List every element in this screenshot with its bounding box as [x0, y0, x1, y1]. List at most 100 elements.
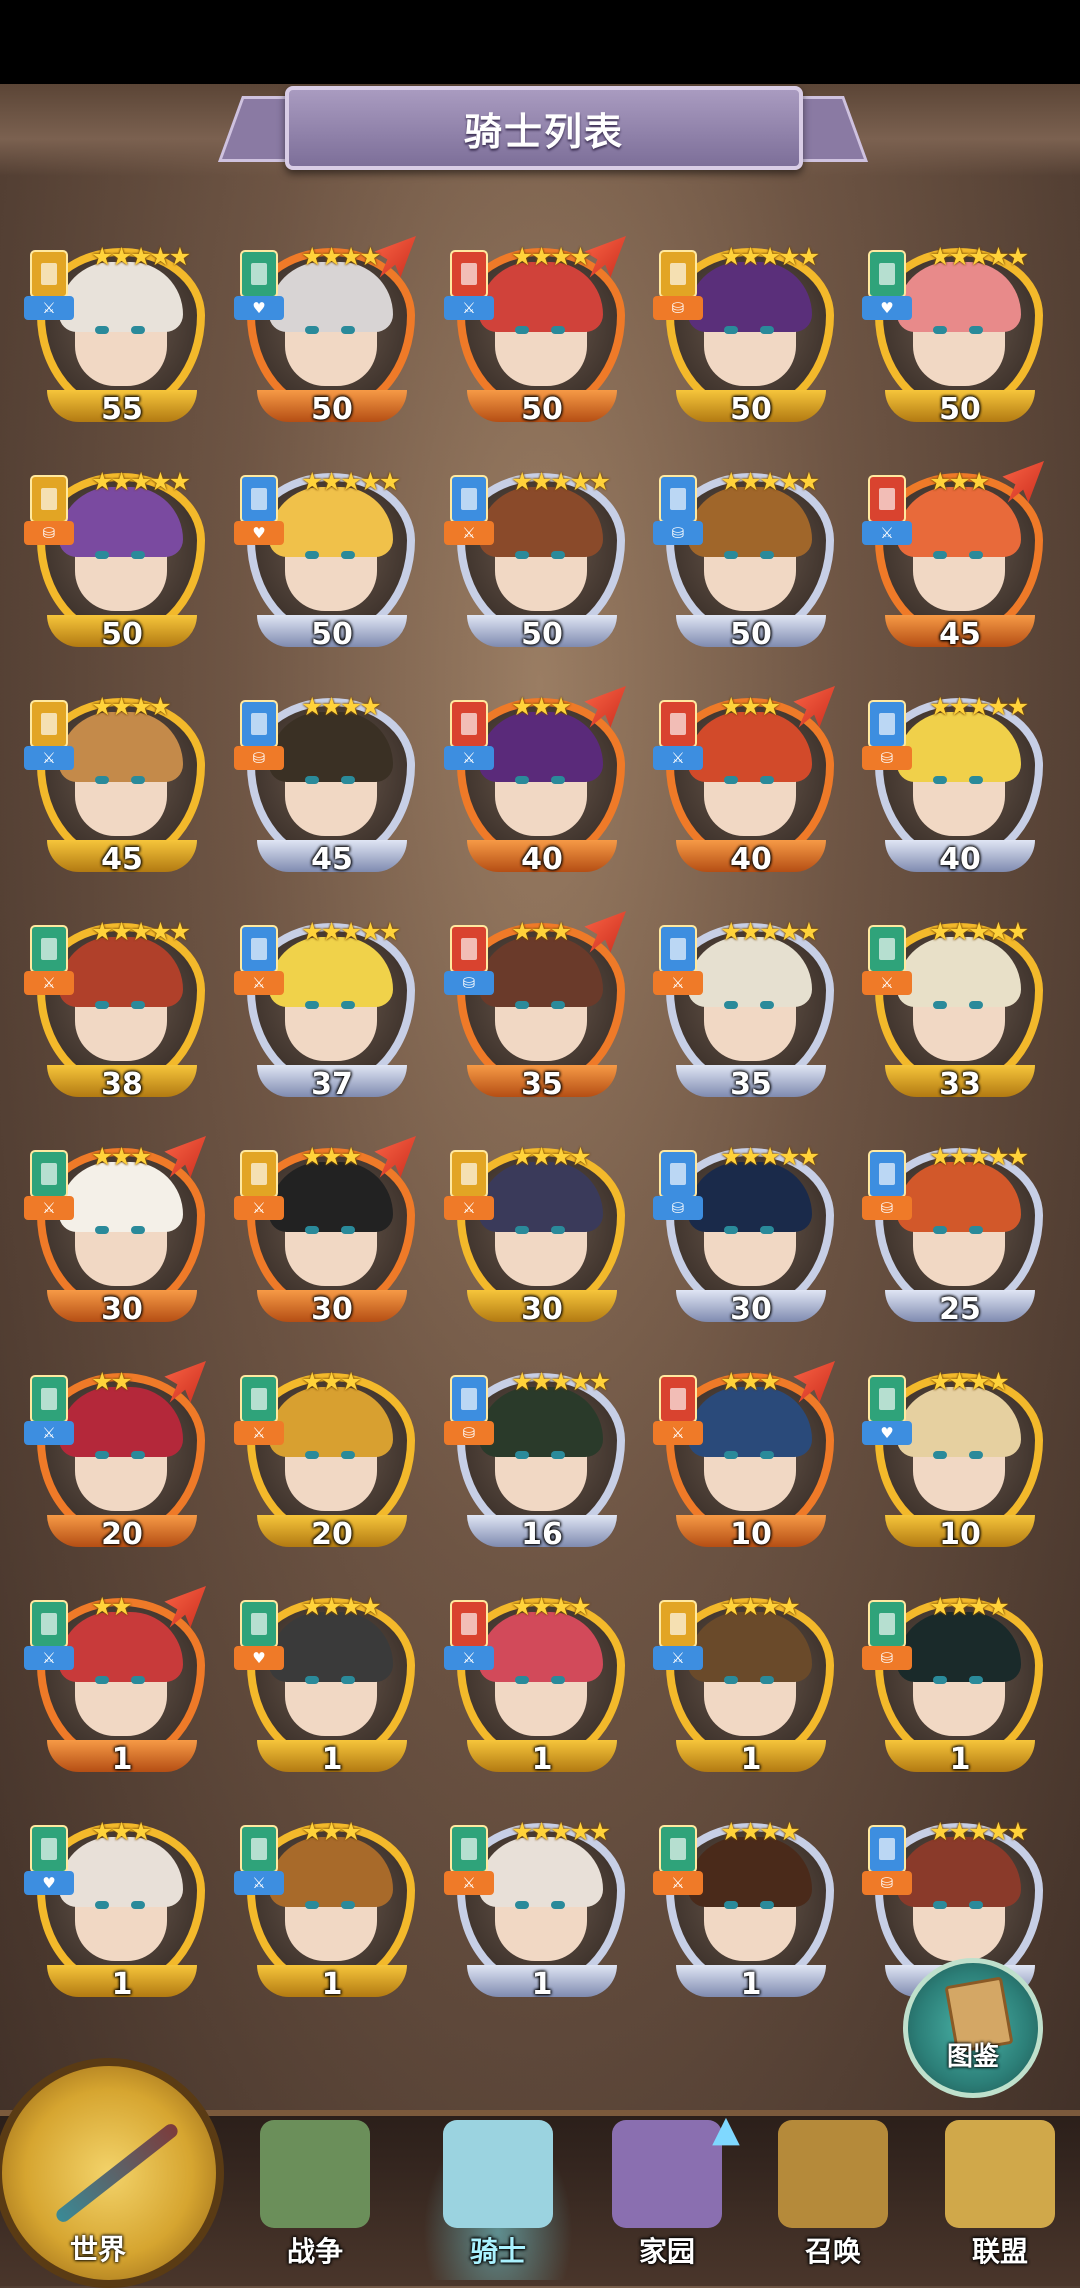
- knight-card[interactable]: ★ ★ ★ ★ ★ ⚔ 38: [22, 915, 205, 1105]
- class-symbol: [41, 713, 57, 735]
- knight-card[interactable]: ★ ★ ★ ★ ⚔ 1: [651, 1815, 834, 2005]
- star-icon: ★: [1006, 1817, 1030, 1846]
- knight-card[interactable]: ★ ★ ★ ★ ★ ♥ 50: [860, 240, 1043, 430]
- knight-card[interactable]: ★ ★ ★ ★ ★ ⚔ 37: [232, 915, 415, 1105]
- knight-card[interactable]: ★ ★ ★ ★ ★ ⛁ 50: [22, 465, 205, 655]
- portrait-hair: [688, 712, 812, 782]
- portrait-eye: [760, 1676, 774, 1684]
- knight-card[interactable]: ★ ★ ★ ★ ★ ⛁ 50: [651, 465, 834, 655]
- knight-level: 1: [740, 1742, 762, 1777]
- knight-card[interactable]: ★ ★ ★ ★ ★ ⛁ 16: [442, 1365, 625, 1555]
- knight-card[interactable]: ★ ★ ★ ⚔ 40: [651, 686, 835, 880]
- knight-level: 30: [521, 1292, 563, 1327]
- class-badge-icon: [659, 925, 697, 973]
- portrait-hair: [897, 1612, 1021, 1682]
- knight-card[interactable]: ★ ★ ⚔ 20: [22, 1361, 206, 1555]
- knight-card[interactable]: ★ ★ ★ ★ ♥ 1: [232, 1590, 415, 1780]
- class-badge-icon: [659, 1375, 697, 1423]
- portrait-hair: [688, 1162, 812, 1232]
- star-icon: ★: [149, 692, 172, 721]
- knight-card[interactable]: ★ ★ ★ ★ ★ ⚔ 35: [651, 915, 834, 1105]
- portrait-hair: [269, 1162, 393, 1232]
- role-badge-icon: ⚔: [653, 1871, 703, 1895]
- knight-card[interactable]: ★ ★ ★ ★ ⛁ 1: [860, 1590, 1043, 1780]
- portrait-hair: [59, 1162, 183, 1232]
- star-icon: ★: [758, 1367, 782, 1396]
- star-rating: ★ ★ ★ ★: [511, 1144, 592, 1169]
- compass-icon: [53, 2121, 181, 2225]
- knight-card[interactable]: ★ ★ ★ ⚔ 40: [442, 686, 626, 880]
- class-symbol: [251, 1613, 267, 1635]
- portrait-eye: [515, 551, 529, 559]
- knight-card[interactable]: ★ ★ ★ ★ ⚔ 45: [22, 690, 205, 880]
- portrait-eye: [131, 776, 145, 784]
- knight-card[interactable]: ★ ★ ⚔ 1: [22, 1586, 206, 1780]
- role-badge-icon: ⚔: [444, 1196, 494, 1220]
- knight-card[interactable]: ★ ★ ★ ⚔ 45: [860, 461, 1044, 655]
- knight-card[interactable]: ★ ★ ★ ⚔ 30: [232, 1136, 416, 1330]
- knight-card[interactable]: ★ ★ ★ ★ ★ ♥ 50: [232, 465, 415, 655]
- portrait-hair: [269, 262, 393, 332]
- star-rating: ★ ★ ★ ★: [511, 1594, 592, 1619]
- portrait-eye: [551, 1676, 565, 1684]
- knight-card[interactable]: ★ ★ ★ ★ ♥ 50: [232, 236, 416, 430]
- knight-card[interactable]: ★ ★ ★ ⛁ 35: [442, 911, 626, 1105]
- knight-card[interactable]: ★ ★ ★ ⚔ 30: [22, 1136, 206, 1330]
- knight-card[interactable]: ★ ★ ★ ★ ★ ⛁ 40: [860, 690, 1043, 880]
- knight-card[interactable]: ★ ★ ★ ⚔ 1: [232, 1815, 415, 2005]
- knight-card[interactable]: ★ ★ ★ ★ ★ ⚔ 33: [860, 915, 1043, 1105]
- portrait-hair: [269, 937, 393, 1007]
- knight-card[interactable]: ★ ★ ★ ★ ⚔ 50: [442, 236, 626, 430]
- star-icon: ★: [778, 1817, 801, 1846]
- nav-knight[interactable]: 骑士: [423, 2120, 573, 2280]
- role-badge-icon: ♥: [234, 521, 284, 545]
- knight-card[interactable]: ★ ★ ★ ★ ★ ⛁ 25: [860, 1140, 1043, 1330]
- nav-alliance[interactable]: 联盟: [925, 2120, 1075, 2280]
- knight-card[interactable]: ★ ★ ★ ⚔ 20: [232, 1365, 415, 1555]
- portrait-hair: [59, 1387, 183, 1457]
- knight-level: 20: [101, 1517, 143, 1552]
- nav-war[interactable]: 战争: [240, 2120, 390, 2280]
- star-rating: ★ ★ ★ ★ ★: [720, 244, 820, 269]
- role-badge-icon: ⚔: [24, 1421, 74, 1445]
- knight-card[interactable]: ★ ★ ★ ♥ 1: [22, 1815, 205, 2005]
- knight-card[interactable]: ★ ★ ★ ★ ★ ⚔ 55: [22, 240, 205, 430]
- knight-card[interactable]: ★ ★ ★ ★ ★ ⚔ 1: [442, 1815, 625, 2005]
- portrait-eye: [551, 1901, 565, 1909]
- role-badge-icon: ⚔: [444, 521, 494, 545]
- role-badge-icon: ♥: [24, 1871, 74, 1895]
- portrait-hair: [479, 262, 603, 332]
- star-icon: ★: [987, 1367, 1010, 1396]
- portrait-hair: [897, 1837, 1021, 1907]
- codex-button[interactable]: 图鉴: [903, 1958, 1043, 2098]
- portrait-eye: [724, 1901, 738, 1909]
- portrait-eye: [760, 1901, 774, 1909]
- nav-summon[interactable]: 召唤: [758, 2120, 908, 2280]
- portrait-eye: [933, 1451, 947, 1459]
- knight-card[interactable]: ★ ★ ★ ★ ★ ⛁ 30: [651, 1140, 834, 1330]
- class-badge-icon: [659, 1150, 697, 1198]
- class-badge-icon: [659, 250, 697, 298]
- knight-card[interactable]: ★ ★ ★ ★ ★ ⛁ 50: [651, 240, 834, 430]
- star-icon: ★: [339, 1142, 363, 1171]
- knight-card[interactable]: ★ ★ ★ ★ ★ ⚔ 50: [442, 465, 625, 655]
- nav-knight-label: 骑士: [469, 2235, 526, 2268]
- knight-card[interactable]: ★ ★ ★ ⚔ 10: [651, 1361, 835, 1555]
- knight-card[interactable]: ★ ★ ★ ★ ⚔ 30: [442, 1140, 625, 1330]
- portrait-eye: [131, 1901, 145, 1909]
- star-rating: ★ ★ ★ ★ ★: [929, 244, 1029, 269]
- portrait-eye: [969, 776, 983, 784]
- knight-card[interactable]: ★ ★ ★ ★ ⚔ 1: [442, 1590, 625, 1780]
- class-symbol: [879, 1613, 895, 1635]
- knight-level: 1: [740, 1967, 762, 2002]
- class-symbol: [461, 263, 477, 285]
- portrait-eye: [969, 1901, 983, 1909]
- star-rating: ★ ★: [91, 1369, 133, 1394]
- portrait-hair: [897, 1387, 1021, 1457]
- star-rating: ★ ★ ★: [91, 1144, 152, 1169]
- role-badge-icon: ⚔: [24, 296, 74, 320]
- knight-card[interactable]: ★ ★ ★ ★ ⛁ 45: [232, 690, 415, 880]
- knight-card[interactable]: ★ ★ ★ ★ ♥ 10: [860, 1365, 1043, 1555]
- class-badge-icon: [30, 700, 68, 748]
- knight-card[interactable]: ★ ★ ★ ★ ⚔ 1: [651, 1590, 834, 1780]
